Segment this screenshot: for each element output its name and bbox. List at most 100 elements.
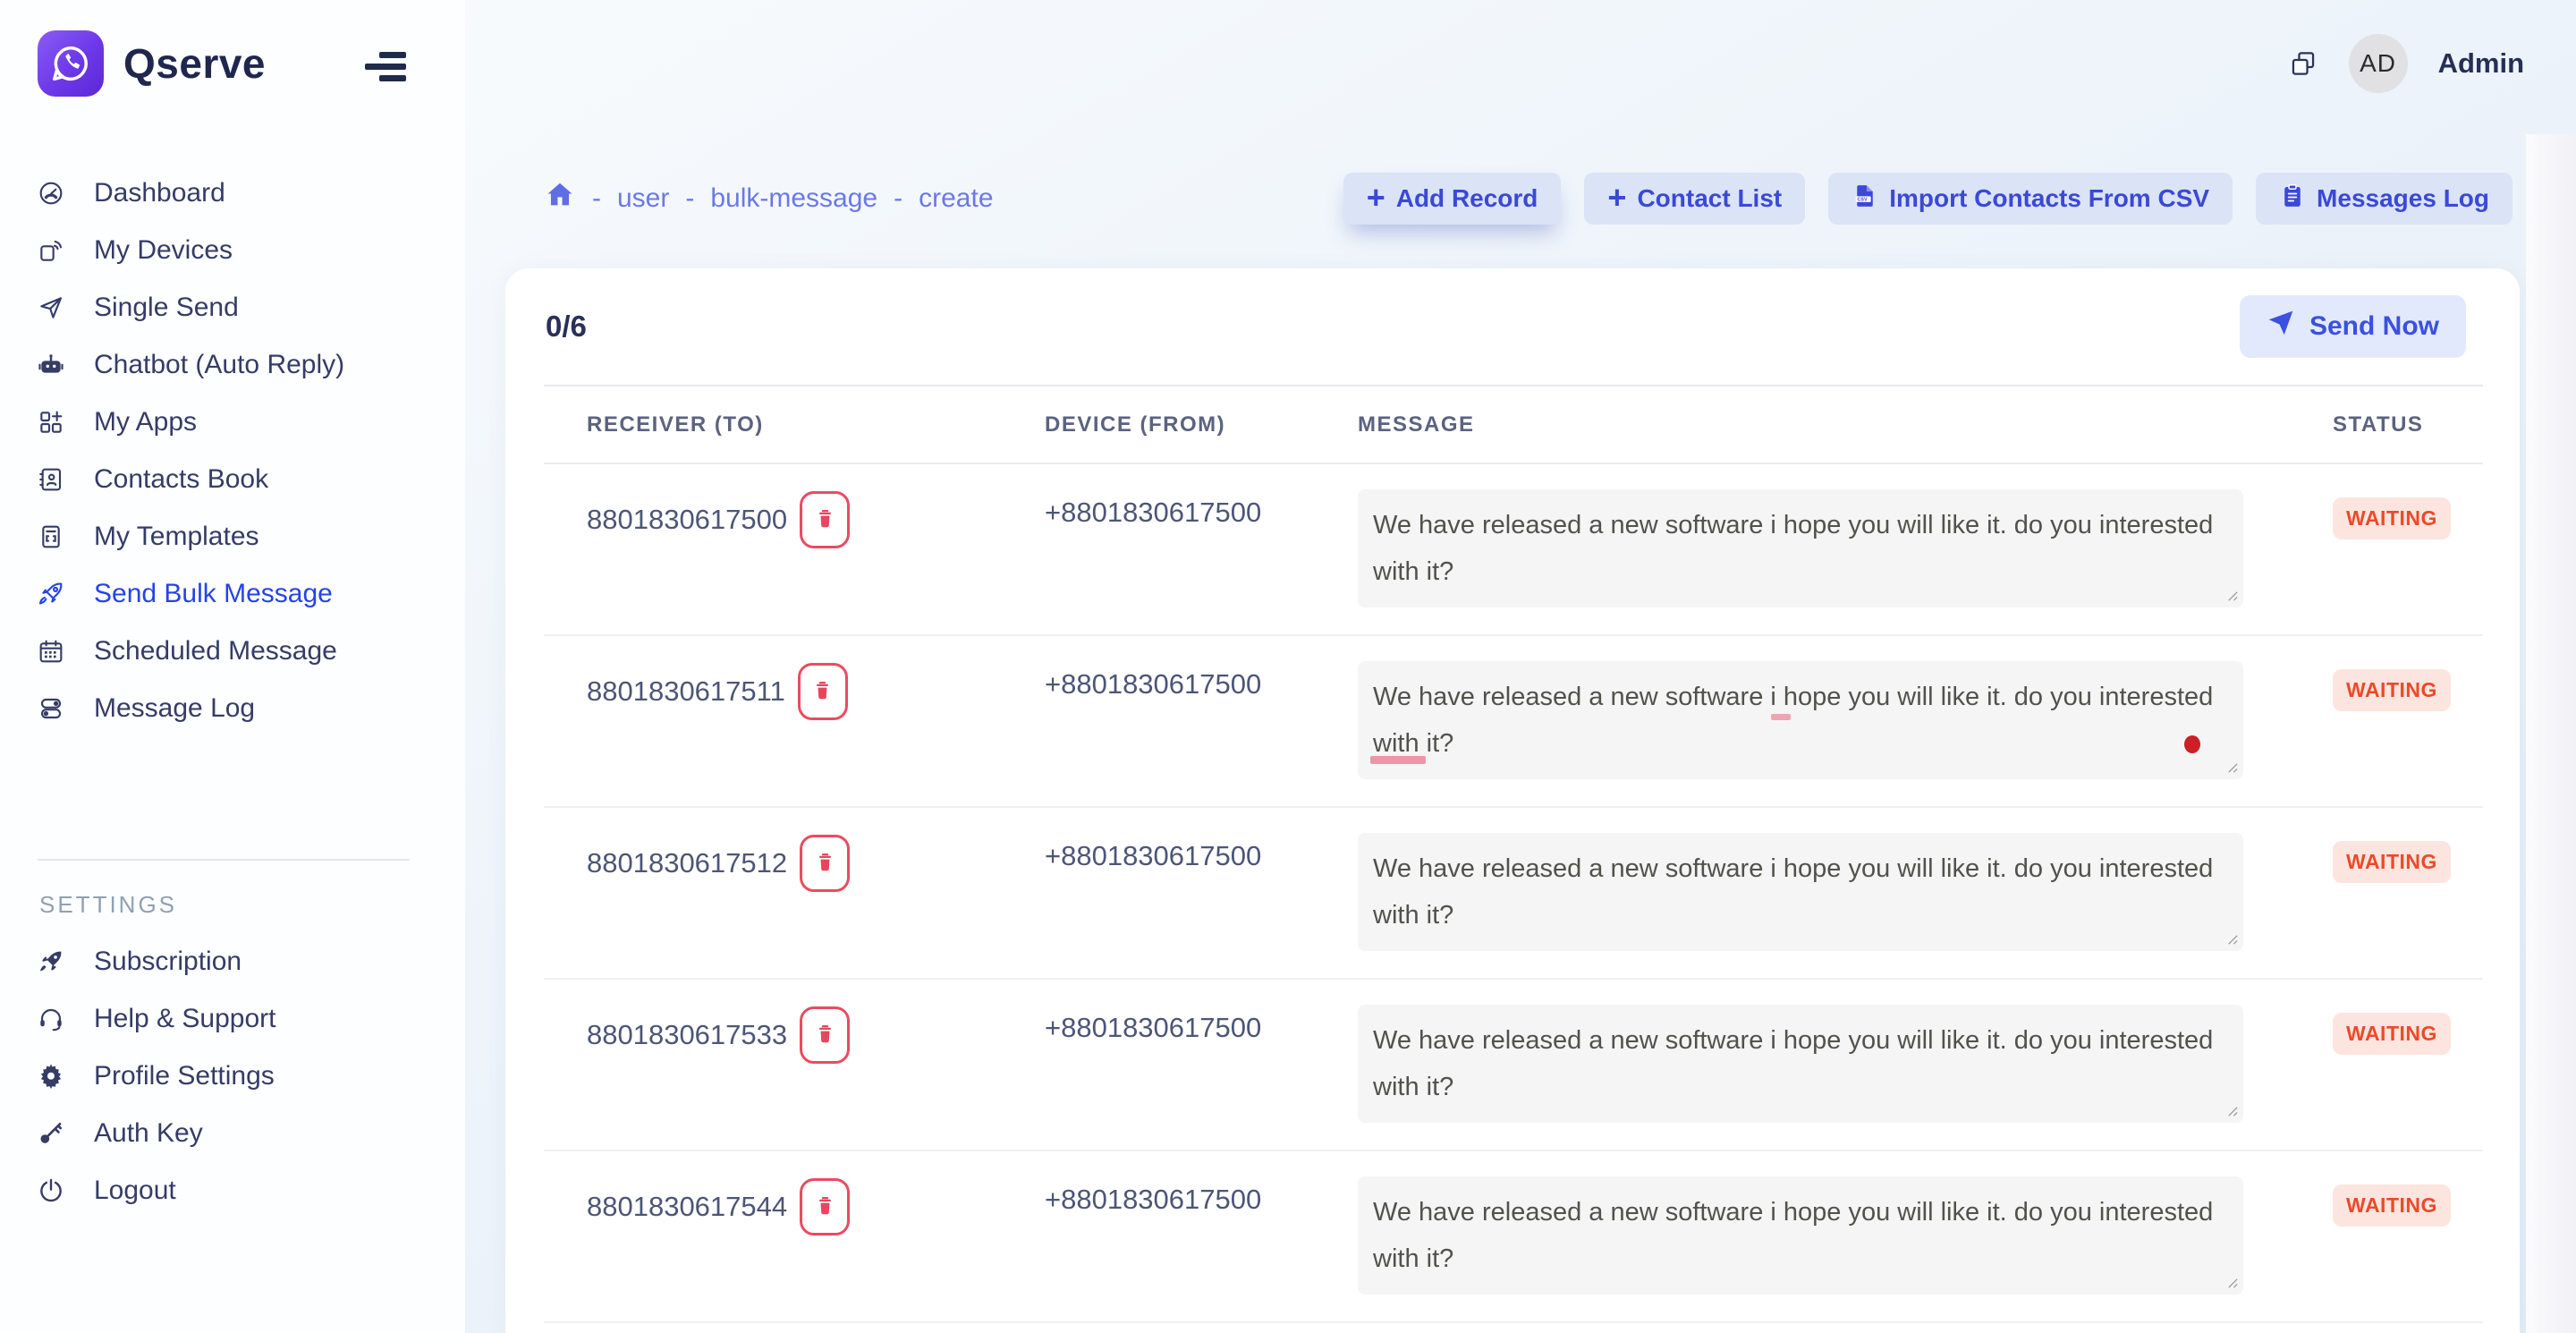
clipboard-icon <box>2279 183 2306 216</box>
breadcrumb-separator: - <box>894 183 902 214</box>
brand-name: Qserve <box>123 39 266 88</box>
message-textarea[interactable]: We have released a new software i hope y… <box>1358 1176 2243 1295</box>
table-body: 8801830617500 +8801830617500 We have rel… <box>544 464 2483 1323</box>
device-number: +8801830617500 <box>1045 636 1358 806</box>
gauge-icon <box>36 178 66 208</box>
apps-grid-plus-icon <box>36 407 66 437</box>
action-bar: + Add Record + Contact List CSV Import C… <box>1343 173 2512 225</box>
sidebar-item-profile-settings[interactable]: Profile Settings <box>0 1048 465 1105</box>
table-header: RECEIVER (TO) DEVICE (FROM) MESSAGE STAT… <box>544 385 2483 464</box>
contact-list-button[interactable]: + Contact List <box>1584 173 1805 225</box>
sidebar-divider <box>38 859 410 861</box>
device-number: +8801830617500 <box>1045 464 1358 634</box>
delete-row-button[interactable] <box>800 1178 850 1235</box>
status-badge: WAITING <box>2333 497 2451 539</box>
messages-log-button[interactable]: Messages Log <box>2256 173 2512 225</box>
receiver-number: 8801830617500 <box>587 504 787 536</box>
robot-icon <box>36 350 66 380</box>
avatar[interactable]: AD <box>2349 34 2408 93</box>
template-doc-icon <box>36 522 66 552</box>
bulk-message-table: RECEIVER (TO) DEVICE (FROM) MESSAGE STAT… <box>544 385 2483 1323</box>
receiver-number: 8801830617512 <box>587 847 787 879</box>
breadcrumb: - user - bulk-message - create <box>544 179 994 218</box>
trash-icon <box>810 678 835 705</box>
message-text: We have released a new software i hope y… <box>1373 674 2225 767</box>
sidebar-item-scheduled-message[interactable]: Scheduled Message <box>0 623 465 680</box>
sidebar-item-auth-key[interactable]: Auth Key <box>0 1105 465 1162</box>
receiver-number: 8801830617511 <box>587 675 785 708</box>
col-message: MESSAGE <box>1358 412 2333 437</box>
sidebar-item-message-log[interactable]: Message Log <box>0 680 465 737</box>
table-row: 8801830617500 +8801830617500 We have rel… <box>544 464 2483 636</box>
whatsapp-logo-icon <box>38 30 104 97</box>
power-icon <box>36 1176 66 1206</box>
message-textarea[interactable]: We have released a new software i hope y… <box>1358 661 2243 779</box>
table-row: 8801830617511 +8801830617500 We have rel… <box>544 636 2483 808</box>
device-signal-icon <box>36 235 66 266</box>
user-name[interactable]: Admin <box>2438 47 2524 80</box>
delete-row-button[interactable] <box>800 835 850 892</box>
sidebar-item-my-apps[interactable]: My Apps <box>0 394 465 451</box>
col-status: STATUS <box>2333 412 2483 437</box>
scrollbar-track[interactable] <box>2526 134 2576 1333</box>
message-textarea[interactable]: We have released a new software i hope y… <box>1358 833 2243 951</box>
delete-row-button[interactable] <box>798 663 848 720</box>
resize-handle-icon[interactable] <box>2225 590 2239 603</box>
sidebar-item-contacts-book[interactable]: Contacts Book <box>0 451 465 508</box>
contacts-book-icon <box>36 464 66 495</box>
card-toolbar: 0/6 Send Now <box>505 268 2520 385</box>
import-contacts-csv-button[interactable]: CSV Import Contacts From CSV <box>1828 173 2233 225</box>
send-icon <box>2267 309 2295 344</box>
delete-row-button[interactable] <box>800 1006 850 1064</box>
message-textarea[interactable]: We have released a new software i hope y… <box>1358 1005 2243 1123</box>
grammar-dot-icon <box>2184 735 2200 753</box>
sidebar-item-logout[interactable]: Logout <box>0 1162 465 1219</box>
toggles-icon <box>36 693 66 724</box>
message-text: We have released a new software i hope y… <box>1373 502 2225 595</box>
svg-text:CSV: CSV <box>1858 197 1868 202</box>
sidebar-toggle-icon[interactable] <box>365 52 406 82</box>
trash-icon <box>813 1193 837 1220</box>
receiver-number: 8801830617533 <box>587 1019 787 1051</box>
sidebar-item-my-templates[interactable]: My Templates <box>0 508 465 565</box>
sidebar: Qserve Dashboard My Devices Single Send … <box>0 0 465 1333</box>
gear-icon <box>36 1061 66 1091</box>
add-record-button[interactable]: + Add Record <box>1343 173 1562 225</box>
sidebar-item-my-devices[interactable]: My Devices <box>0 222 465 279</box>
settings-section-label: SETTINGS <box>39 891 177 919</box>
resize-handle-icon[interactable] <box>2225 1105 2239 1118</box>
send-now-button[interactable]: Send Now <box>2240 295 2466 358</box>
calendar-icon <box>36 636 66 666</box>
status-badge: WAITING <box>2333 1184 2451 1227</box>
receiver-number: 8801830617544 <box>587 1191 787 1223</box>
sidebar-item-single-send[interactable]: Single Send <box>0 279 465 336</box>
resize-handle-icon[interactable] <box>2225 761 2239 775</box>
copy-icon[interactable] <box>2288 48 2318 79</box>
sidebar-item-subscription[interactable]: Subscription <box>0 933 465 990</box>
sidebar-item-help-support[interactable]: Help & Support <box>0 990 465 1048</box>
brand[interactable]: Qserve <box>38 30 266 97</box>
sidebar-item-send-bulk-message[interactable]: Send Bulk Message <box>0 565 465 623</box>
breadcrumb-create[interactable]: create <box>919 183 993 214</box>
sidebar-item-dashboard[interactable]: Dashboard <box>0 165 465 222</box>
device-number: +8801830617500 <box>1045 1151 1358 1321</box>
status-badge: WAITING <box>2333 669 2451 711</box>
resize-handle-icon[interactable] <box>2225 933 2239 947</box>
trash-icon <box>813 1022 837 1049</box>
breadcrumb-bulk-message[interactable]: bulk-message <box>710 183 877 214</box>
sidebar-menu: Dashboard My Devices Single Send Chatbot… <box>0 165 465 737</box>
message-textarea[interactable]: We have released a new software i hope y… <box>1358 489 2243 607</box>
plus-icon: + <box>1367 182 1385 214</box>
breadcrumb-separator: - <box>592 183 601 214</box>
plus-icon: + <box>1607 182 1626 214</box>
sidebar-item-chatbot[interactable]: Chatbot (Auto Reply) <box>0 336 465 394</box>
topbar-user-area: AD Admin <box>2288 34 2524 93</box>
trash-icon <box>813 850 837 877</box>
delete-row-button[interactable] <box>800 491 850 548</box>
key-icon <box>36 1118 66 1149</box>
home-icon[interactable] <box>544 179 576 218</box>
rocket-icon <box>36 579 66 609</box>
rocket-filled-icon <box>36 947 66 977</box>
breadcrumb-user[interactable]: user <box>617 183 669 214</box>
resize-handle-icon[interactable] <box>2225 1277 2239 1290</box>
